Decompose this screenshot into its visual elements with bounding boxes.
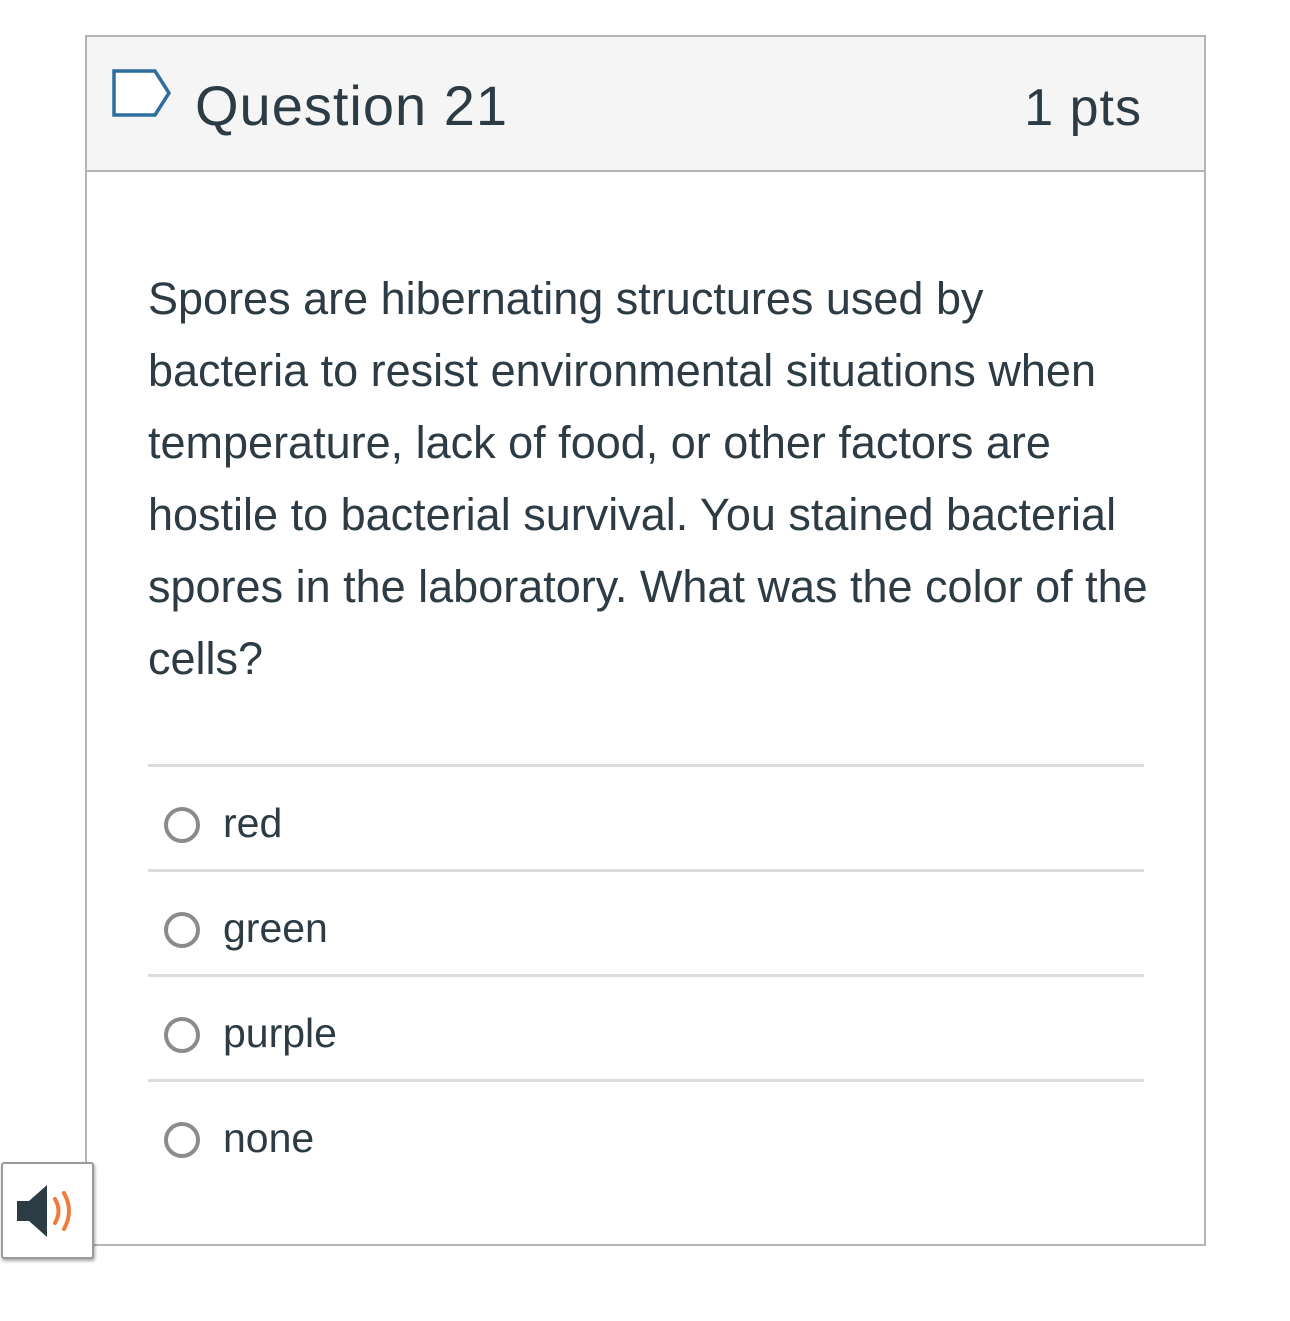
- answer-option-none[interactable]: none: [148, 1082, 1144, 1184]
- answer-label: red: [223, 800, 283, 846]
- flag-question-icon[interactable]: [111, 67, 173, 119]
- answer-list: red green purple none: [148, 764, 1144, 1184]
- answer-label: green: [223, 905, 328, 951]
- text-to-speech-button[interactable]: [1, 1162, 94, 1259]
- question-title: Question 21: [195, 74, 508, 137]
- radio-button[interactable]: [164, 912, 200, 948]
- radio-button[interactable]: [164, 1017, 200, 1053]
- answer-option-green[interactable]: green: [148, 872, 1144, 977]
- radio-button[interactable]: [164, 807, 200, 843]
- speaker-icon: [17, 1185, 71, 1237]
- answer-label: none: [223, 1115, 315, 1161]
- question-text: Spores are hibernating structures used b…: [148, 273, 1148, 684]
- question-points: 1 pts: [1024, 79, 1142, 137]
- answer-option-red[interactable]: red: [148, 767, 1144, 872]
- question-header: Question 21 1 pts: [87, 37, 1204, 172]
- radio-button[interactable]: [164, 1122, 200, 1158]
- answer-label: purple: [223, 1010, 337, 1056]
- answer-option-purple[interactable]: purple: [148, 977, 1144, 1082]
- question-card: Question 21 1 pts Spores are hibernating…: [85, 35, 1206, 1246]
